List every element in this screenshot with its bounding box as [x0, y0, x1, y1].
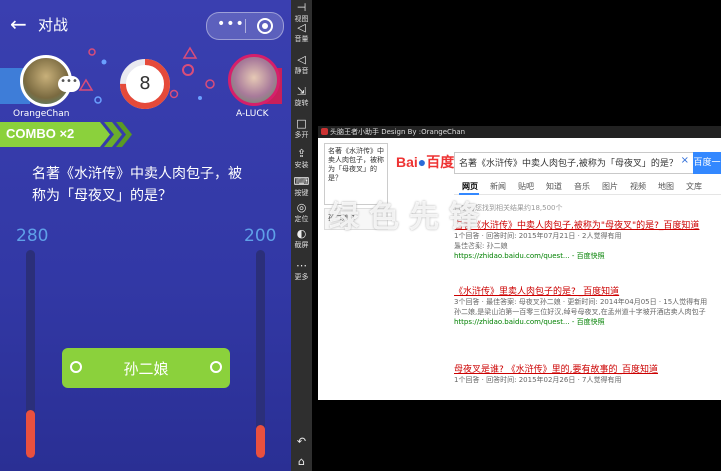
- more-dots-icon: ⋯: [296, 259, 307, 272]
- window-title: 头脑王者小助手 Design By :OrangeChan: [330, 128, 466, 136]
- right-player-avatar[interactable]: [228, 54, 280, 106]
- page-title: 对战: [38, 16, 69, 34]
- right-player-name: A-LUCK: [236, 109, 269, 119]
- toolbar-locate[interactable]: ◎ 定位: [291, 202, 312, 224]
- tab-zhidao[interactable]: 知道: [546, 181, 562, 192]
- left-player-name: OrangeChan: [13, 109, 70, 119]
- home-icon: ⌂: [298, 455, 305, 468]
- mute-icon: ◁: [297, 53, 306, 66]
- tab-map[interactable]: 地图: [658, 181, 674, 192]
- timer-number: 8: [139, 73, 151, 94]
- volume-icon: ◁: [297, 21, 306, 34]
- more-icon[interactable]: •••: [217, 16, 245, 32]
- right-score: 200: [244, 226, 277, 246]
- capsule-divider: [245, 19, 246, 33]
- search-query: 名著《水浒传》中卖人肉包子,被称为「母夜叉」的是？: [459, 159, 678, 169]
- paw-icon: ●: [417, 154, 427, 170]
- combo-label: COMBO ×2: [6, 126, 75, 141]
- right-circle-icon: [210, 361, 222, 373]
- tab-wenku[interactable]: 文库: [686, 181, 702, 192]
- toolbar-keys-label: 按键: [294, 189, 309, 197]
- toolbar-multi[interactable]: □ 多开: [291, 118, 312, 140]
- left-score-bar: [26, 250, 35, 458]
- tab-video[interactable]: 视频: [630, 181, 646, 192]
- search-button[interactable]: 百度一下: [693, 152, 721, 190]
- location-icon: ◎: [296, 201, 307, 214]
- search-input[interactable]: 名著《水浒传》中卖人肉包子,被称为「母夜叉」的是？ ×: [454, 152, 694, 174]
- result-title-link[interactable]: 《水浒传》里卖人肉包子的是? _百度知道: [454, 284, 716, 297]
- question-text: 名著《水浒传》中卖人肉包子，被称为「母夜叉」的是？: [32, 166, 242, 204]
- result-snippet: 孙二娘,是梁山泊第一百零三位好汉,绰号母夜叉,在孟州道十字坡开酒店卖人肉包子: [454, 308, 706, 316]
- rotate-icon: ⇲: [296, 85, 307, 98]
- toolbar-multi-label: 多开: [294, 131, 309, 139]
- app-icon: [321, 128, 328, 135]
- toolbar-home[interactable]: ⌂: [291, 456, 312, 468]
- result-title-link[interactable]: 母夜叉是谁? 《水浒传》里的,要有故事的_百度知道: [454, 362, 716, 375]
- toolbar-rotate[interactable]: ⇲ 旋转: [291, 86, 312, 108]
- toolbar-locate-label: 定位: [294, 215, 309, 223]
- search-tabs: 网页 新闻 贴吧 知道 音乐 图片 视频 地图 文库: [454, 180, 721, 195]
- result-meta: 3个回答 · 最佳答案: 母夜叉孙二娘 · 更新时间: 2014年04月05日 …: [454, 298, 708, 306]
- helper-browser-window: 头脑王者小助手 Design By :OrangeChan 名著《水浒传》中卖人…: [318, 126, 721, 400]
- toolbar-back[interactable]: ↶: [291, 436, 312, 448]
- answer-option-button[interactable]: 孙二娘: [62, 348, 230, 388]
- clear-icon[interactable]: ×: [681, 155, 689, 166]
- question-preview-text: 名著《水浒传》中卖人肉包子，被称为「母夜叉」的是？: [328, 147, 384, 182]
- toolbar-volume[interactable]: ◁ 音量: [291, 22, 312, 44]
- toolbar-more-label: 更多: [294, 273, 309, 281]
- back-arrow-icon[interactable]: ←: [10, 12, 27, 36]
- back-icon: ↶: [296, 435, 307, 448]
- answer-option-label: 孙二娘: [123, 360, 169, 378]
- emulator-toolbar: ⊣ 视图 ◁ 音量 ◁ 静音 ⇲ 旋转 □ 多开 ⇪ 安装 ⌨ 按键 ◎ 定位 ◐ 截屏 ⋯ 更多 …: [291, 0, 312, 471]
- tab-images[interactable]: 图片: [602, 181, 618, 192]
- toolbar-rotate-label: 旋转: [294, 99, 309, 107]
- toolbar-screenshot-label: 截屏: [294, 241, 309, 249]
- toolbar-install[interactable]: ⇪ 安装: [291, 148, 312, 170]
- quiz-game-panel: ← 对战 ••• ••• OrangeChan 8 A-LUCK COMBO ×…: [0, 0, 291, 471]
- combo-banner: COMBO ×2: [0, 122, 140, 147]
- right-score-fill: [256, 424, 265, 458]
- toolbar-install-label: 安装: [294, 161, 309, 169]
- toolbar-screenshot[interactable]: ◐ 截屏: [291, 228, 312, 250]
- multi-instance-icon: □: [296, 117, 307, 130]
- watermark-url: www.greenxf.com: [345, 233, 494, 251]
- close-target-icon[interactable]: [257, 18, 273, 34]
- toolbar-mute[interactable]: ◁ 静音: [291, 54, 312, 76]
- left-score: 280: [16, 226, 49, 246]
- search-result: 母夜叉是谁? 《水浒传》里的,要有故事的_百度知道 1个回答 · 回答时间: 2…: [454, 362, 716, 385]
- toolbar-mute-label: 静音: [294, 67, 309, 75]
- left-score-fill: [26, 410, 35, 458]
- mini-program-capsule: •••: [206, 12, 284, 40]
- window-titlebar: 头脑王者小助手 Design By :OrangeChan: [318, 126, 721, 138]
- result-title-link[interactable]: 名著《水浒传》中卖人肉包子,被称为"母夜叉"的是?_百度知道: [454, 218, 716, 231]
- logo-text: Bai: [396, 154, 418, 170]
- toolbar-volume-label: 音量: [294, 35, 309, 43]
- toolbar-more[interactable]: ⋯ 更多: [291, 260, 312, 282]
- install-icon: ⇪: [296, 147, 307, 160]
- screenshot-icon: ◐: [296, 227, 307, 240]
- logo-cn: 百度: [426, 154, 455, 170]
- search-result: 《水浒传》里卖人肉包子的是? _百度知道 3个回答 · 最佳答案: 母夜叉孙二娘…: [454, 284, 716, 327]
- view-icon: ⊣: [296, 1, 307, 14]
- right-score-bar: [256, 250, 265, 458]
- countdown-timer: 8: [119, 58, 171, 110]
- top-bar: ← 对战 •••: [0, 0, 291, 48]
- keyboard-icon: ⌨: [293, 175, 310, 188]
- watermark-text: 绿色先锋: [329, 200, 489, 235]
- tab-web[interactable]: 网页: [462, 181, 478, 192]
- result-meta: 1个回答 · 回答时间: 2015年02月26日 · 7人觉得有用: [454, 376, 622, 384]
- chat-bubble-icon[interactable]: •••: [58, 76, 80, 92]
- result-url[interactable]: https://zhidao.baidu.com/quest... - 百度快照: [454, 251, 716, 261]
- baidu-logo[interactable]: Bai●百度: [396, 152, 454, 172]
- tab-tieba[interactable]: 贴吧: [518, 181, 534, 192]
- toolbar-keys[interactable]: ⌨ 按键: [291, 176, 312, 198]
- tab-news[interactable]: 新闻: [490, 181, 506, 192]
- tab-music[interactable]: 音乐: [574, 181, 590, 192]
- result-url[interactable]: https://zhidao.baidu.com/quest... - 百度快照: [454, 317, 716, 327]
